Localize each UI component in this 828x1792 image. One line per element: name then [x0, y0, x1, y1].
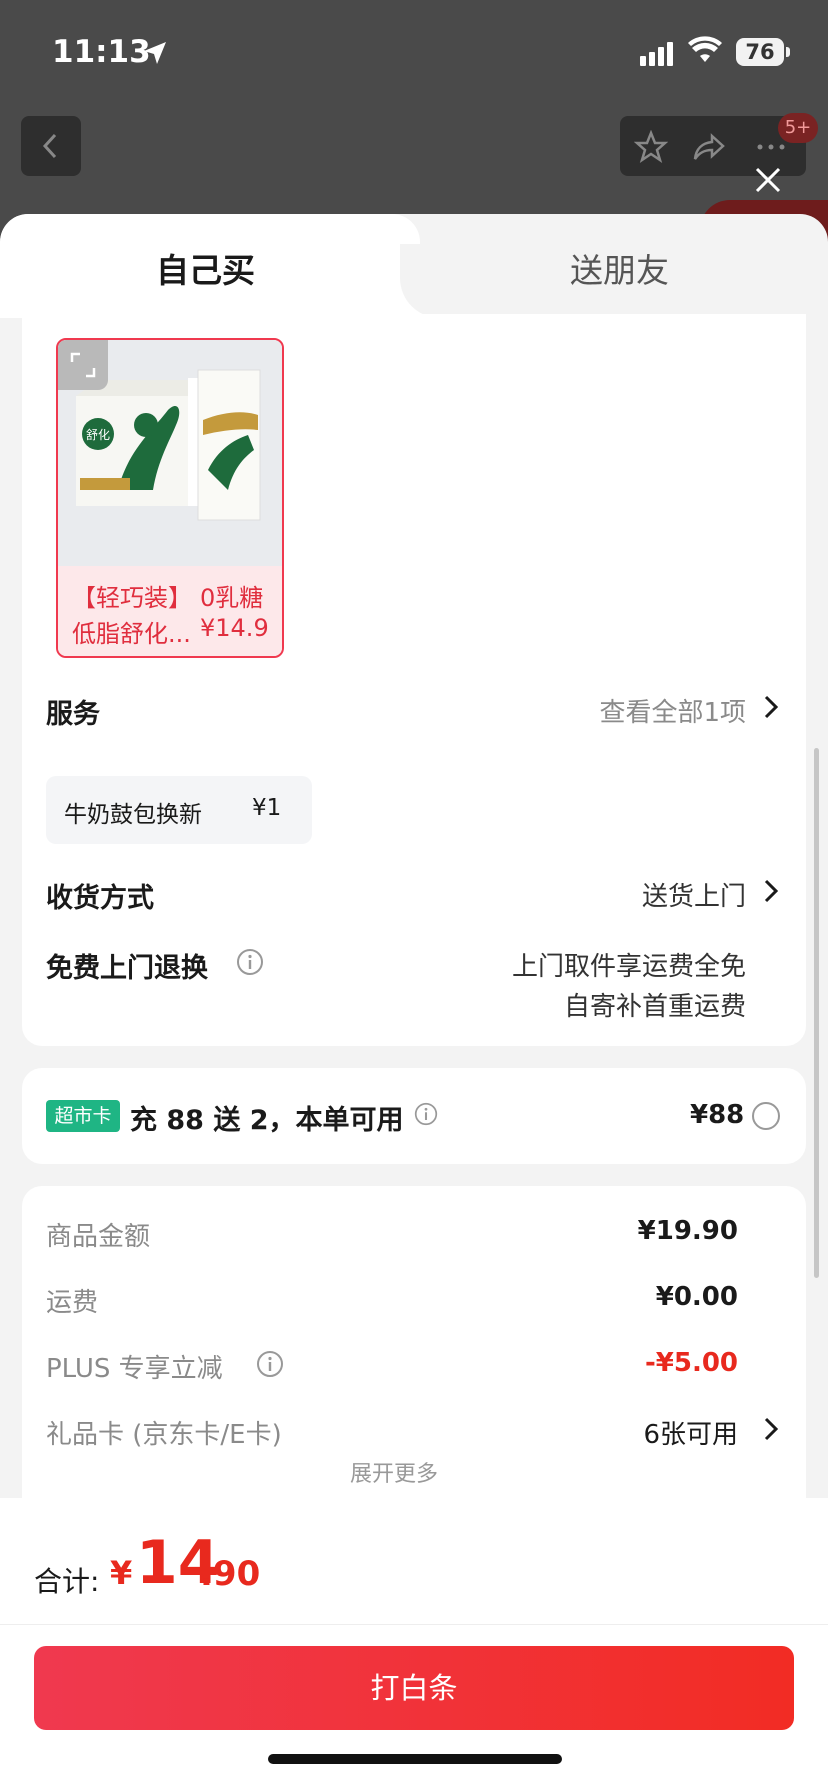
battery-level: 76 — [736, 38, 784, 66]
chevron-right-icon[interactable] — [762, 1416, 780, 1442]
fee-value-goods: ¥19.90 — [637, 1216, 738, 1246]
info-icon[interactable] — [256, 1350, 284, 1378]
tab-self-label[interactable]: 自己买 — [156, 244, 255, 292]
product-tag-lactose-free: 0乳糖 — [200, 584, 264, 612]
checkout-bar: 合计: ¥ 14 .90 打白条 — [0, 1498, 828, 1792]
location-arrow-icon — [144, 42, 166, 64]
supermarket-card-radio[interactable] — [752, 1102, 780, 1130]
share-icon[interactable] — [692, 130, 726, 164]
free-return-line2: 自寄补首重运费 — [563, 992, 746, 1022]
home-indicator — [268, 1754, 562, 1764]
expand-more-link[interactable]: 展开更多 — [350, 1456, 438, 1488]
chevron-left-icon — [42, 133, 57, 159]
tab-send-friend[interactable]: 送朋友 — [570, 244, 669, 292]
product-title-line1: 【轻巧装】 — [72, 584, 192, 612]
fee-label-shipping: 运费 — [46, 1288, 99, 1318]
chevron-right-icon[interactable] — [762, 878, 780, 904]
total-currency: ¥ — [110, 1554, 133, 1592]
notification-badge: 5+ — [778, 113, 818, 143]
cellular-signal-icon — [640, 42, 673, 66]
star-icon[interactable] — [634, 130, 668, 164]
back-button[interactable] — [21, 116, 81, 176]
status-bar: 11:13 76 — [0, 0, 828, 100]
purchase-sheet: 自己买 送朋友 舒化 【轻巧装】 0乳糖 低脂舒化... ¥14.9 服务 查看… — [0, 214, 828, 1792]
status-time: 11:13 — [52, 34, 151, 70]
fee-label-goods: 商品金额 — [46, 1222, 151, 1252]
scrollbar[interactable] — [814, 748, 819, 1278]
expand-image-button[interactable] — [58, 340, 108, 390]
fee-label-gift-card: 礼品卡 (京东卡/E卡) — [46, 1420, 282, 1450]
supermarket-card-tag: 超市卡 — [46, 1100, 120, 1132]
service-option-price: ¥1 — [252, 795, 282, 821]
service-label: 服务 — [46, 699, 100, 730]
product-title-line2: 低脂舒化... — [72, 620, 191, 648]
fee-label-plus-discount: PLUS 专享立减 — [46, 1354, 223, 1384]
info-icon[interactable] — [236, 948, 264, 976]
delivery-method-label: 收货方式 — [46, 883, 154, 914]
total-amount-decimal: .90 — [200, 1554, 261, 1594]
close-icon[interactable] — [752, 164, 784, 196]
product-service-card: 舒化 【轻巧装】 0乳糖 低脂舒化... ¥14.9 服务 查看全部1项 牛奶鼓… — [22, 314, 806, 1046]
supermarket-card-text: 充 88 送 2，本单可用 — [130, 1105, 404, 1136]
product-price: ¥14.9 — [200, 614, 269, 642]
wifi-icon — [688, 36, 722, 62]
tab-curve — [400, 244, 460, 318]
pay-with-baitiao-button[interactable]: 打白条 — [34, 1646, 794, 1730]
total-label: 合计: — [34, 1565, 100, 1598]
fee-value-plus-discount: -¥5.00 — [644, 1348, 738, 1378]
expand-icon — [70, 352, 96, 378]
brand-text: 舒化 — [86, 428, 110, 442]
fee-value-gift-card[interactable]: 6张可用 — [643, 1414, 738, 1451]
fee-value-shipping: ¥0.00 — [655, 1282, 738, 1312]
product-caption: 【轻巧装】 0乳糖 低脂舒化... ¥14.9 — [58, 566, 282, 656]
supermarket-card-price: ¥88 — [690, 1100, 745, 1130]
info-icon[interactable] — [414, 1102, 438, 1126]
divider — [0, 1624, 828, 1625]
supermarket-card-row[interactable]: 超市卡 充 88 送 2，本单可用 ¥88 — [22, 1068, 806, 1164]
battery-nub — [786, 47, 790, 57]
product-thumbnail[interactable]: 舒化 【轻巧装】 0乳糖 低脂舒化... ¥14.9 — [56, 338, 284, 658]
service-view-all[interactable]: 查看全部1项 — [599, 692, 746, 729]
chevron-right-icon[interactable] — [762, 694, 780, 720]
fee-summary-card: 商品金额 ¥19.90 运费 ¥0.00 PLUS 专享立减 -¥5.00 礼品… — [22, 1186, 806, 1526]
delivery-method-value[interactable]: 送货上门 — [642, 876, 746, 913]
service-option-name: 牛奶鼓包换新 — [64, 802, 202, 828]
free-return-label: 免费上门退换 — [46, 953, 208, 984]
free-return-line1: 上门取件享运费全免 — [511, 952, 746, 982]
service-option-chip[interactable]: 牛奶鼓包换新 ¥1 — [46, 776, 312, 844]
